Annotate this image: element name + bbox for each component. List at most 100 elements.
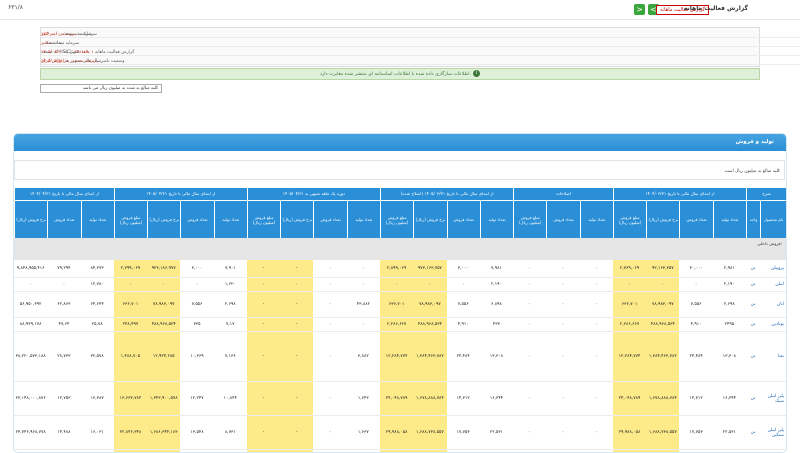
column-header[interactable]: تعداد فروش [47,200,81,238]
table-cell: ۱,۶۷۸,۸۸۸,۷۸۴ [646,382,680,415]
table-row: بوتادین تن ۲۴۹۵ ۴,۹۱۰ ۴۸۸,۹۶۸,۵۳۴ ۲,۲۸۶,۶۶۷ ۰ ۰… [14,318,786,332]
table-cell: ۷,۵۵۶ [690,302,702,307]
status-label: وضعیت ناشر: [99,59,125,64]
table-cell: ۰ [646,278,680,291]
unit-select[interactable]: کلیه مبالغ به شده به میلیون ریال می باشد [40,84,162,93]
table-cell: ۰ [561,322,565,327]
unregistered-capital: ۰ [41,41,44,46]
column-header[interactable]: مبلغ فروش (میلیون ریال) [246,200,281,238]
table-row: اتیلن تن ۲,۱۹۰ ۰ ۰ ۰ ۰ ۰ ۰ ۲,۱۹۰ ۰ ۰ ۰ ۰ ۰ ۰ ۰ ۱,۶۲۰ ۰ ۰ ۰ ۱۲… [14,278,786,292]
table-cell: ۲۸,۷۳۳ [57,354,71,359]
panel-title: تولید و فروش [14,134,786,151]
column-header[interactable]: نام محصول [760,200,786,238]
table-cell: ۷۸,۹۸۳,۰۹۷ [147,292,181,317]
table-cell: ۰ [528,266,531,271]
status: پذیرفته شده در فرابورس ایران [41,59,98,64]
table-cell: ۶۲,۸۶۳ [57,302,71,307]
column-header[interactable]: تعداد تولید [712,200,746,238]
table-cell: ۱۶,۳۴۴ [489,396,504,401]
table-cell: ۲۴,۰۴۸,۷۸۹ [612,382,647,415]
column-header[interactable]: نرخ فروش (ریال) [646,200,680,238]
column-header[interactable]: نرخ فروش (ریال) [413,200,447,238]
table-cell: - [246,292,281,317]
capital: ۱۷,۴۰۰,۰۰۰ [41,32,63,37]
column-header[interactable]: نرخ فروش (ریال) [147,200,181,238]
column-header[interactable]: تعداد فروش [446,200,480,238]
column-header[interactable]: تعداد فروش [180,200,214,238]
table-cell: ۲۴,۴۸۴ [689,354,703,359]
column-header[interactable]: تعداد تولید [213,200,247,238]
column-header[interactable]: نرخ فروش (ریال) [280,200,314,238]
table-cell: ۰ [528,396,531,401]
unregistered-label: سرمایه ثبت نشده: [44,41,80,46]
table-cell: - [246,416,281,449]
table-cell: - [246,332,281,381]
table-cell: ۰ [528,430,531,435]
logo: ۶۳۱/۸ [8,4,23,11]
next-button[interactable]: > [634,4,645,15]
table-cell: ۴۸۸,۹۶۸,۵۳۴ [147,318,181,331]
table-cell: ۱,۳۸۴,۴۶۳,۷۸۲ [413,332,447,381]
table-cell: ۶,۸۹۸ [491,302,502,307]
table-cell: ۰ [528,282,531,287]
table-cell: ۴۷,۶۴ [58,322,70,327]
table-cell: - [280,382,314,415]
table-cell: ۱,۶۸۶,۳۴۴,۱۸۳ [147,416,181,449]
table-cell: ۷۸,۹۸۳,۰۹۷ [413,292,447,317]
note-text: کلیه مبالغ به میلیون ریال است [724,169,781,174]
table-cell: ۲,۱۹۰ [491,282,502,287]
table-cell: ۱۴,۴۸۸ [57,430,71,435]
column-header[interactable]: تعداد تولید [80,200,114,238]
table-cell: تن [750,266,756,271]
table-cell: ۰ [595,430,598,435]
group-header: از ابتدای سال مالی تا تاریخ ۱۴۰۴/۰۴/۳۱ [14,188,114,200]
table-cell: ۲۲,۵۳۱ [722,430,736,435]
table-cell: ۱۷,۷۵۳ [689,430,703,435]
table-cell: ۵۶,۹۵۰,۳۹۲ [19,302,42,307]
table-cell: ۰ [328,354,332,359]
table-cell: ۶۳۶,۷۰۱ [380,292,414,317]
table-cell: - [280,332,314,381]
table-cell: ۱۳,۳۰۸ [489,354,504,359]
table-cell: ۱۶,۰۳۱ [90,430,104,435]
table-cell: ۰ [246,278,281,291]
table-cell: ۱۲,۲۸۴,۷۷۴ [380,332,414,381]
table-cell: ۱,۶۸۸,۷۳۸,۵۵۷ [646,416,680,449]
report-end-label: منتهی به [64,50,80,55]
report-period: ۱ ماهه [81,50,94,55]
table-cell: تن [750,396,756,401]
column-header[interactable]: واحد [746,200,760,238]
table-cell: ۰ [147,278,181,291]
column-header[interactable]: تعداد فروش [679,200,713,238]
table-cell: ۰ [362,282,365,287]
table-cell: ۱۲,۲۴۷ [190,396,204,401]
table-cell: ۲,۶۹۸ [224,302,236,307]
table-cell: ۲,۲۸۶,۶۶۷ [380,318,414,331]
table-cell: ۲,۸۹۹,۰۶۹ [380,260,414,277]
table-cell: ۳۳۵ [193,322,201,327]
table-cell: ۰ [595,302,598,307]
table-cell: ۷۸,۹۸۳,۰۹۷ [646,292,680,317]
table-cell: ۰ [595,322,598,327]
column-header[interactable]: نرخ فروش (ریال) [14,200,48,238]
table-cell: ۰ [612,278,647,291]
column-header[interactable]: تعداد تولید [346,200,380,238]
column-header[interactable]: مبلغ فروش (میلیون ریال) [513,200,547,238]
table-cell: ۰ [362,266,365,271]
column-header[interactable]: تعداد تولید [479,200,514,238]
column-header[interactable]: تعداد تولید [579,200,613,238]
table-cell: ۱,۳۴۳,۹۰۰,۵۷۸ [147,382,181,415]
info-message: اطلاعات سازگاری داده شده با اطلاعات اساس… [40,68,760,80]
table-cell: ۱۳,۳۸۷ [90,396,104,401]
table-cell: ۲,۹۸۱ [723,266,735,271]
column-header[interactable]: تعداد فروش [546,200,580,238]
column-header[interactable]: مبلغ فروش (میلیون ریال) [113,200,148,238]
column-header[interactable]: تعداد فروش [313,200,347,238]
table-cell: ۰ [528,302,531,307]
table-cell: ۴۳,۸۸۲ [356,302,370,307]
column-header[interactable]: مبلغ فروش (میلیون ریال) [380,200,414,238]
group-header: از ابتدای سال مالی تا تاریخ ۱۴۰۴/۰۳/۳۱ [612,188,746,200]
column-header[interactable]: مبلغ فروش (میلیون ریال) [612,200,647,238]
table-cell: تن [750,354,756,359]
table-cell: ۲۲,۸۴۶,۳۴۸ [113,416,148,449]
